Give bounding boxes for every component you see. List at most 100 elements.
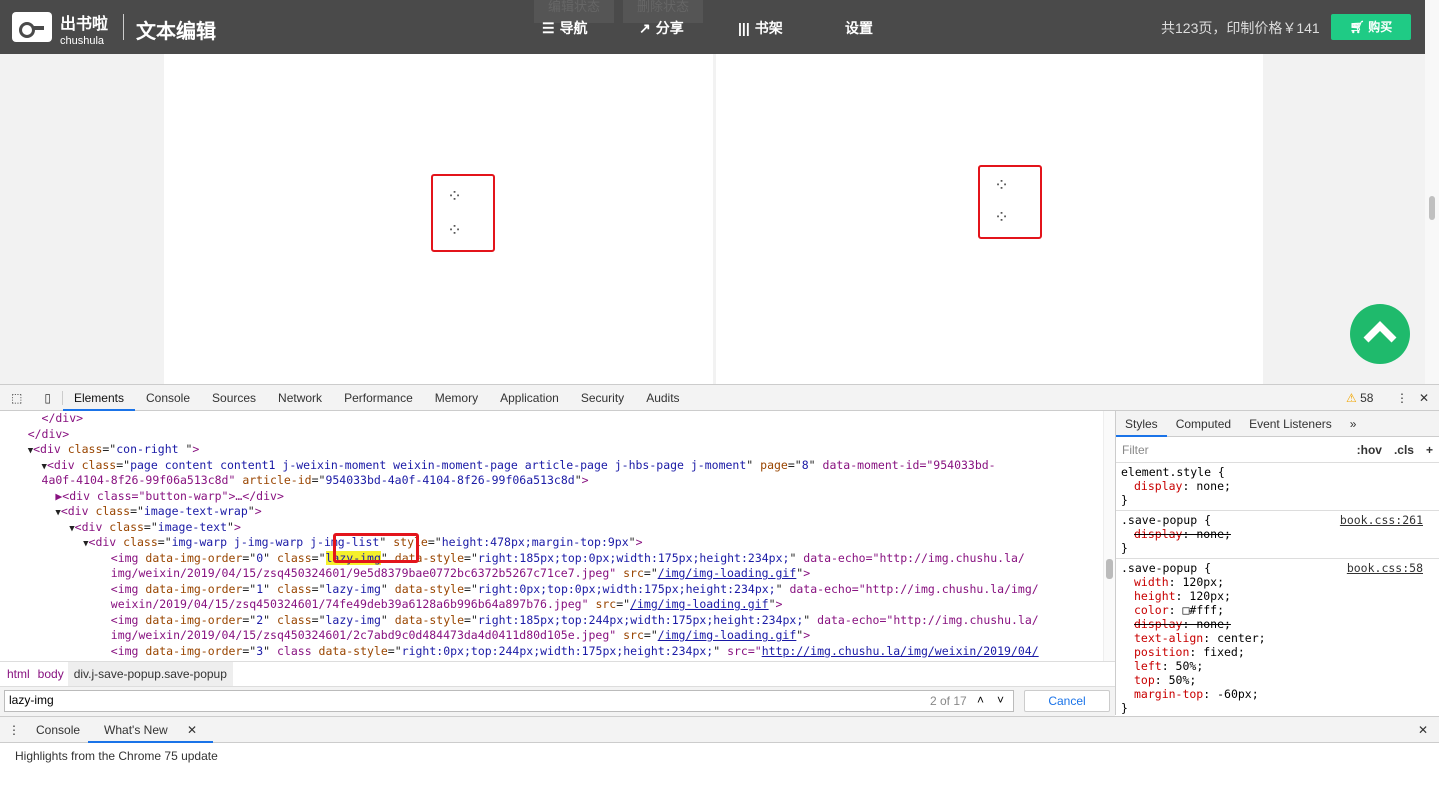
nav-button[interactable]: ☰ 导航: [542, 18, 588, 38]
tab-security[interactable]: Security: [570, 391, 635, 405]
brand-sub: chushula: [60, 35, 105, 47]
book-page-right: ⁘ ⁘: [716, 54, 1263, 384]
share-icon: ↗: [639, 19, 651, 36]
breadcrumb-current[interactable]: div.j-save-popup.save-popup: [67, 662, 233, 686]
css-close-brace: }: [1121, 701, 1128, 715]
loading-spinner-icon: ⁘: [994, 207, 1010, 227]
tab-audits[interactable]: Audits: [635, 391, 690, 405]
dom-line[interactable]: ▶<div class="button-warp">…</div>: [0, 489, 1103, 505]
tab-network[interactable]: Network: [267, 391, 333, 405]
device-toolbar-icon[interactable]: ▯: [33, 390, 63, 405]
dom-line[interactable]: <img data-img-order="3" class data-style…: [0, 644, 1103, 660]
loading-spinner-icon: ⁘: [994, 175, 1010, 195]
logo[interactable]: [12, 12, 52, 42]
dom-line[interactable]: <img data-img-order="0" class="lazy-img"…: [0, 550, 1103, 567]
css-property[interactable]: position: fixed;: [1121, 645, 1423, 659]
styles-filter-input[interactable]: Filter: [1122, 443, 1357, 457]
search-next-icon[interactable]: ˅: [997, 693, 1004, 707]
bookshelf-label: 书架: [754, 20, 783, 36]
tab-console[interactable]: Console: [135, 391, 201, 405]
css-property[interactable]: text-align: center;: [1121, 631, 1423, 645]
cls-toggle[interactable]: .cls: [1394, 443, 1414, 457]
more-tabs-icon[interactable]: »: [1341, 417, 1366, 431]
css-source-link[interactable]: book.css:261: [1340, 513, 1423, 527]
dom-line[interactable]: img/weixin/2019/04/15/zsq450324601/9e5d8…: [0, 566, 1103, 582]
dom-line[interactable]: ▼<div class="img-warp j-img-warp j-img-l…: [0, 535, 1103, 551]
css-selector: element.style {: [1121, 465, 1225, 479]
search-input[interactable]: lazy-img: [4, 690, 1014, 712]
list-icon: ☰: [542, 19, 555, 36]
dom-line[interactable]: </div>: [0, 427, 1103, 443]
dom-tree[interactable]: </div> </div> ▼<div class="con-right "> …: [0, 411, 1103, 661]
dom-line[interactable]: ▼<div class="con-right ">: [0, 442, 1103, 458]
styles-pane: Styles Computed Event Listeners » Filter…: [1115, 411, 1439, 719]
devtools: ⬚ ▯ Elements Console Sources Network Per…: [0, 384, 1439, 788]
hov-toggle[interactable]: :hov: [1357, 443, 1382, 457]
scrollbar-thumb[interactable]: [1106, 559, 1113, 579]
highlight-box: ⁘ ⁘: [431, 174, 495, 252]
close-icon[interactable]: ✕: [1408, 391, 1439, 405]
buy-label: 购买: [1368, 20, 1393, 34]
settings-button[interactable]: 设置: [845, 18, 873, 38]
scroll-top-button[interactable]: [1350, 304, 1410, 364]
css-property[interactable]: display: none;: [1121, 527, 1423, 541]
search-bar: lazy-img 2 of 17 ˄ ˅ Cancel: [0, 686, 1115, 716]
css-rule[interactable]: element.style {display: none;}: [1116, 463, 1439, 511]
warning-badge[interactable]: ⚠ 58: [1335, 391, 1384, 405]
dom-line[interactable]: <img data-img-order="2" class="lazy-img"…: [0, 613, 1103, 629]
css-rule[interactable]: .save-popup {book.css:261 display: none;}: [1116, 511, 1439, 559]
cancel-button[interactable]: Cancel: [1024, 690, 1110, 712]
cart-icon: 🛒︎: [1349, 20, 1369, 34]
css-property[interactable]: top: 50%;: [1121, 673, 1423, 687]
bookshelf-icon: |||: [738, 20, 750, 36]
css-close-brace: }: [1121, 493, 1128, 507]
dom-line[interactable]: ▼<div class="image-text-wrap">: [0, 504, 1103, 520]
dom-line[interactable]: ▼<div class="page content content1 j-wei…: [0, 458, 1103, 474]
devtools-tabbar: ⬚ ▯ Elements Console Sources Network Per…: [0, 385, 1439, 411]
dom-line[interactable]: <img data-img-order="1" class="lazy-img"…: [0, 582, 1103, 598]
tab-computed[interactable]: Computed: [1167, 417, 1240, 431]
tab-performance[interactable]: Performance: [333, 391, 424, 405]
css-rule[interactable]: .save-popup {book.css:58 width: 120px; hei…: [1116, 559, 1439, 719]
inspect-icon[interactable]: ⬚: [0, 391, 33, 405]
bookshelf-button[interactable]: ||| 书架: [738, 18, 783, 38]
tab-application[interactable]: Application: [489, 391, 570, 405]
css-property[interactable]: display: none;: [1121, 479, 1423, 493]
breadcrumb: html body div.j-save-popup.save-popup: [0, 661, 1115, 686]
tab-styles[interactable]: Styles: [1116, 411, 1167, 437]
share-button[interactable]: ↗ 分享: [639, 18, 684, 38]
warning-icon: ⚠: [1346, 390, 1357, 405]
tab-event-listeners[interactable]: Event Listeners: [1240, 417, 1341, 431]
breadcrumb-body[interactable]: body: [34, 667, 68, 681]
dom-line[interactable]: 4a0f-4104-8f26-99f06a513c8d" article-id=…: [0, 473, 1103, 489]
dom-line[interactable]: </div>: [0, 411, 1103, 427]
drawer-tab-whats-new[interactable]: What's New ✕: [88, 717, 214, 743]
page-scrollbar[interactable]: [1425, 0, 1439, 384]
css-property[interactable]: margin-top: -60px;: [1121, 687, 1423, 701]
close-icon[interactable]: ✕: [179, 723, 205, 737]
search-prev-icon[interactable]: ˄: [977, 693, 984, 707]
dom-line[interactable]: img/weixin/2019/04/15/zsq450324601/2c7ab…: [0, 628, 1103, 644]
css-property[interactable]: width: 120px;: [1121, 575, 1423, 589]
highlight-box: [333, 533, 419, 563]
highlight-box: ⁘ ⁘: [978, 165, 1042, 239]
css-property[interactable]: color: □#fff;: [1121, 603, 1423, 617]
dom-line[interactable]: weixin/2019/04/15/zsq450324601/74fe49deb…: [0, 597, 1103, 613]
css-property[interactable]: height: 120px;: [1121, 589, 1423, 603]
tab-sources[interactable]: Sources: [201, 391, 267, 405]
tab-memory[interactable]: Memory: [424, 391, 489, 405]
add-rule-icon[interactable]: +: [1426, 443, 1433, 457]
css-close-brace: }: [1121, 541, 1128, 555]
dom-scrollbar[interactable]: [1103, 411, 1115, 661]
breadcrumb-html[interactable]: html: [3, 667, 34, 681]
css-property[interactable]: left: 50%;: [1121, 659, 1423, 673]
buy-button[interactable]: 🛒︎ 购买: [1331, 14, 1411, 40]
drawer-tab-console[interactable]: Console: [28, 723, 88, 737]
css-property[interactable]: display: none;: [1121, 617, 1423, 631]
scrollbar-thumb[interactable]: [1429, 196, 1435, 220]
drawer-menu-icon[interactable]: ⋮: [0, 723, 28, 737]
tab-elements[interactable]: Elements: [62, 385, 135, 411]
dom-line[interactable]: ▼<div class="image-text">: [0, 520, 1103, 536]
close-drawer-icon[interactable]: ✕: [1410, 723, 1436, 737]
css-source-link[interactable]: book.css:58: [1347, 561, 1423, 575]
